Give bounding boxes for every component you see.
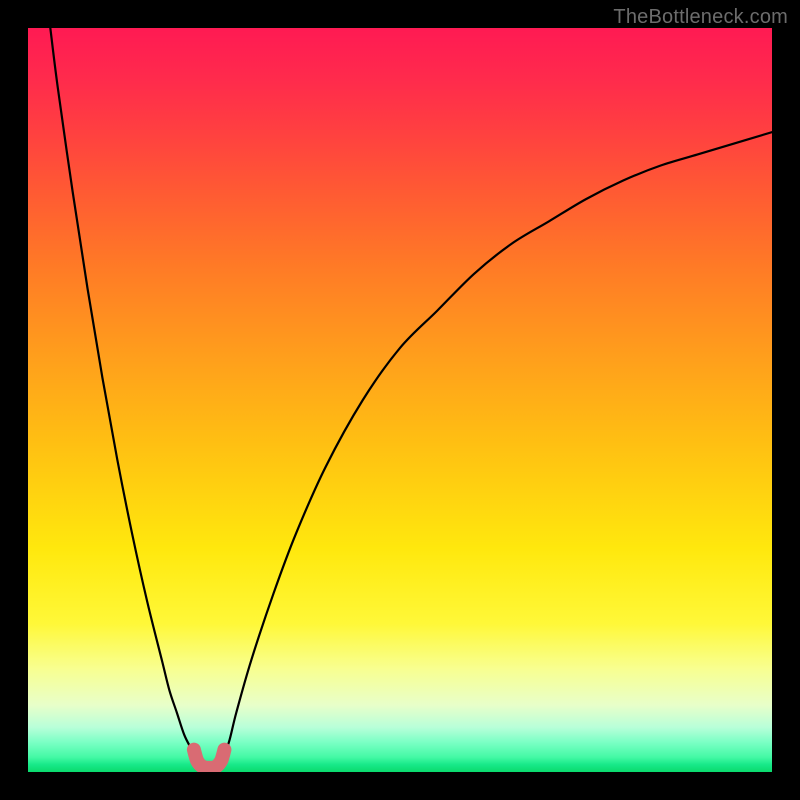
watermark-text: TheBottleneck.com	[613, 6, 788, 29]
curve-layer	[28, 28, 772, 772]
left-branch-curve	[50, 28, 197, 761]
right-branch-curve	[221, 132, 772, 761]
knee-marker-curve	[194, 750, 225, 768]
chart-frame: TheBottleneck.com	[0, 0, 800, 800]
plot-area	[28, 28, 772, 772]
